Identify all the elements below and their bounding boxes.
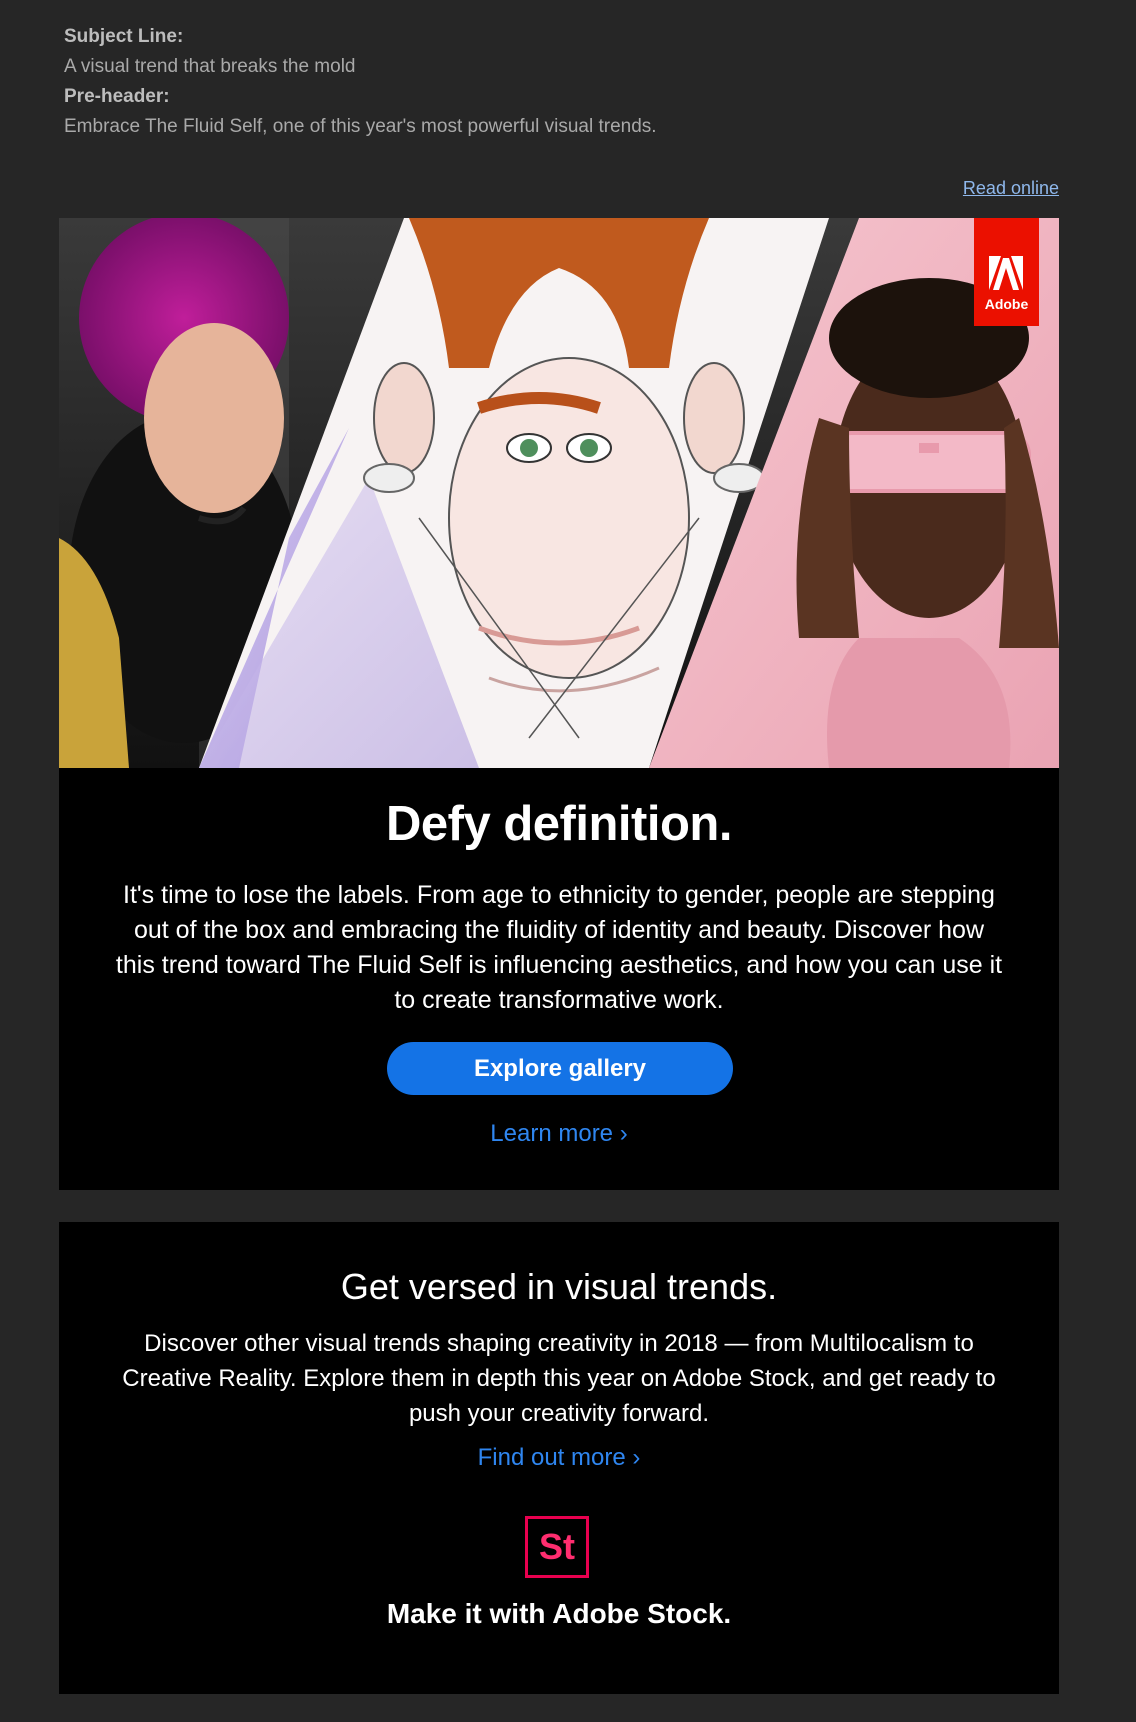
section-body: It's time to lose the labels. From age t… xyxy=(115,881,1003,1014)
adobe-logo-text: Adobe xyxy=(984,296,1029,312)
preheader-value: Embrace The Fluid Self, one of this year… xyxy=(64,116,657,137)
section-body: Discover other visual trends shaping cre… xyxy=(122,1330,996,1427)
tagline: Make it with Adobe Stock. xyxy=(386,1598,732,1629)
subject-line-label: Subject Line: xyxy=(64,26,184,47)
read-online-link[interactable]: Read online xyxy=(963,178,1059,199)
explore-gallery-button[interactable]: Explore gallery xyxy=(387,1042,733,1095)
preheader-label: Pre-header: xyxy=(64,86,170,107)
visual-trends-section: Get versed in visual trends. Discover ot… xyxy=(59,1222,1059,1694)
hero-image[interactable]: Adobe xyxy=(59,218,1059,768)
hero-illustration xyxy=(59,218,1059,768)
section-title: Defy definition. xyxy=(386,797,732,851)
email-meta: Subject Line: A visual trend that breaks… xyxy=(64,22,1064,142)
defy-definition-section: Defy definition. It's time to lose the l… xyxy=(59,768,1059,1190)
learn-more-link[interactable]: Learn more › xyxy=(59,1120,1059,1148)
adobe-stock-logo[interactable]: St xyxy=(525,1516,589,1578)
section-title: Get versed in visual trends. xyxy=(340,1266,778,1307)
subject-line-value: A visual trend that breaks the mold xyxy=(64,56,356,77)
find-out-more-link[interactable]: Find out more › xyxy=(59,1444,1059,1472)
